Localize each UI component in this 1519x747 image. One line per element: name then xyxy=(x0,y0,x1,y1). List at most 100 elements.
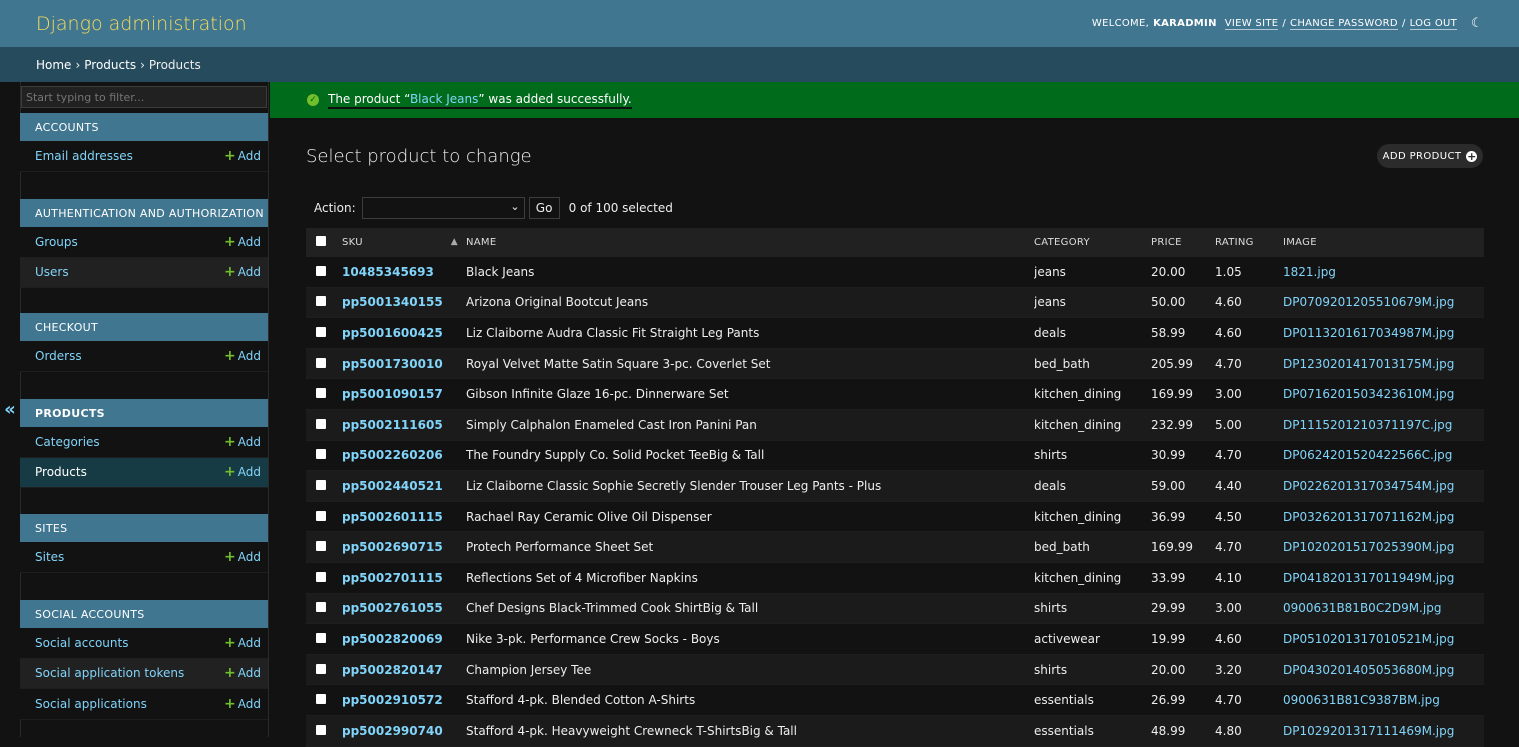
sku-link[interactable]: pp5002690715 xyxy=(342,540,443,554)
sidebar-item-label[interactable]: Social applications xyxy=(35,697,147,711)
add-group-link[interactable]: + Add xyxy=(224,234,261,250)
sku-link[interactable]: pp5002820069 xyxy=(342,632,443,646)
row-checkbox[interactable] xyxy=(316,510,326,521)
sort-up-icon[interactable]: ▲ xyxy=(451,237,458,247)
row-checkbox[interactable] xyxy=(316,296,326,307)
sidebar-item-social-accounts[interactable]: Social accounts + Add xyxy=(20,628,268,659)
column-header-sku[interactable]: SKU ▲ xyxy=(342,228,466,257)
row-checkbox[interactable] xyxy=(316,388,326,399)
image-link[interactable]: 0900631B81B0C2D9M.jpg xyxy=(1283,601,1441,615)
sidebar-item-orderss[interactable]: Orderss + Add xyxy=(20,341,268,372)
add-category-link[interactable]: + Add xyxy=(224,434,261,450)
sidebar-item-label[interactable]: Social application tokens xyxy=(35,666,184,680)
breadcrumb-home[interactable]: Home xyxy=(36,58,71,72)
module-caption-sites[interactable]: SITES xyxy=(20,514,268,542)
image-link[interactable]: DP0226201317034754M.jpg xyxy=(1283,479,1454,493)
row-checkbox[interactable] xyxy=(316,479,326,490)
sidebar-item-label[interactable]: Email addresses xyxy=(35,149,133,163)
sku-link[interactable]: pp5002601115 xyxy=(342,510,443,524)
row-checkbox[interactable] xyxy=(316,724,326,735)
sidebar-item-email-addresses[interactable]: Email addresses + Add xyxy=(20,141,268,172)
add-email-address-link[interactable]: + Add xyxy=(224,148,261,164)
image-link[interactable]: 0900631B81C9387BM.jpg xyxy=(1283,693,1440,707)
sidebar-item-users[interactable]: Users + Add xyxy=(20,257,268,288)
sku-link[interactable]: pp5002260206 xyxy=(342,448,443,462)
sku-link[interactable]: pp5002701115 xyxy=(342,571,443,585)
sidebar-item-label[interactable]: Social accounts xyxy=(35,636,128,650)
image-link[interactable]: DP1020201517025390M.jpg xyxy=(1283,540,1454,554)
sku-link[interactable]: pp5002761055 xyxy=(342,601,443,615)
image-link[interactable]: DP0430201405053680M.jpg xyxy=(1283,663,1454,677)
add-product-link[interactable]: + Add xyxy=(224,464,261,480)
sidebar-item-social-application-tokens[interactable]: Social application tokens + Add xyxy=(20,658,268,689)
row-checkbox[interactable] xyxy=(316,265,326,276)
image-link[interactable]: DP0709201205510679M.jpg xyxy=(1283,295,1454,309)
image-link[interactable]: DP0716201503423610M.jpg xyxy=(1283,387,1454,401)
row-checkbox[interactable] xyxy=(316,357,326,368)
row-checkbox[interactable] xyxy=(316,571,326,582)
sidebar-item-label[interactable]: Products xyxy=(35,465,87,479)
row-checkbox[interactable] xyxy=(316,694,326,705)
row-checkbox[interactable] xyxy=(316,326,326,337)
sidebar-item-social-applications[interactable]: Social applications + Add xyxy=(20,689,268,720)
module-caption-products[interactable]: PRODUCTS xyxy=(20,399,268,427)
add-user-link[interactable]: + Add xyxy=(224,264,261,280)
row-checkbox[interactable] xyxy=(316,632,326,643)
image-link[interactable]: DP0510201317010521M.jpg xyxy=(1283,632,1454,646)
log-out-link[interactable]: LOG OUT xyxy=(1409,18,1458,30)
module-caption-auth[interactable]: AUTHENTICATION AND AUTHORIZATION xyxy=(20,199,268,227)
column-header-name[interactable]: NAME xyxy=(466,228,1034,257)
row-checkbox[interactable] xyxy=(316,602,326,613)
add-order-link[interactable]: + Add xyxy=(224,348,261,364)
sku-link[interactable]: pp5002990740 xyxy=(342,724,443,738)
site-branding[interactable]: Django administration xyxy=(36,13,247,35)
nav-filter-input[interactable] xyxy=(21,86,267,108)
image-link[interactable]: DP1115201210371197C.jpg xyxy=(1283,418,1452,432)
add-site-link[interactable]: + Add xyxy=(224,549,261,565)
image-link[interactable]: DP0418201317011949M.jpg xyxy=(1283,571,1454,585)
sidebar-item-label[interactable]: Users xyxy=(35,265,69,279)
column-header-image[interactable]: IMAGE xyxy=(1283,228,1484,257)
image-link[interactable]: DP1230201417013175M.jpg xyxy=(1283,357,1454,371)
add-social-account-link[interactable]: + Add xyxy=(224,635,261,651)
change-password-link[interactable]: CHANGE PASSWORD xyxy=(1290,18,1398,30)
view-site-link[interactable]: VIEW SITE xyxy=(1224,18,1279,30)
sku-link[interactable]: pp5002440521 xyxy=(342,479,443,493)
sidebar-item-label[interactable]: Orderss xyxy=(35,349,82,363)
select-all-checkbox[interactable] xyxy=(316,236,326,246)
sidebar-item-categories[interactable]: Categories + Add xyxy=(20,427,268,458)
sku-link[interactable]: pp5001600425 xyxy=(342,326,443,340)
sidebar-toggle-button[interactable]: « xyxy=(0,82,21,737)
row-checkbox[interactable] xyxy=(316,663,326,674)
column-header-price[interactable]: PRICE xyxy=(1151,228,1215,257)
action-select[interactable]: ⌄ xyxy=(361,197,525,219)
sku-link[interactable]: pp5002820147 xyxy=(342,663,443,677)
module-caption-social-accounts[interactable]: SOCIAL ACCOUNTS xyxy=(20,600,268,628)
row-checkbox[interactable] xyxy=(316,449,326,460)
theme-toggle-moon-icon[interactable]: ☾ xyxy=(1471,16,1483,31)
sidebar-item-label[interactable]: Groups xyxy=(35,235,78,249)
module-caption-checkout[interactable]: CHECKOUT xyxy=(20,313,268,341)
add-product-button[interactable]: ADD PRODUCT + xyxy=(1377,144,1483,168)
add-social-token-link[interactable]: + Add xyxy=(224,665,261,681)
image-link[interactable]: 1821.jpg xyxy=(1283,265,1336,279)
image-link[interactable]: DP1029201317111469M.jpg xyxy=(1283,724,1454,738)
add-social-application-link[interactable]: + Add xyxy=(224,696,261,712)
message-product-link[interactable]: Black Jeans xyxy=(410,92,478,106)
column-header-rating[interactable]: RATING xyxy=(1215,228,1283,257)
row-checkbox[interactable] xyxy=(316,541,326,552)
module-caption-accounts[interactable]: ACCOUNTS xyxy=(20,113,268,141)
breadcrumb-app-products[interactable]: Products xyxy=(84,58,136,72)
image-link[interactable]: DP0624201520422566C.jpg xyxy=(1283,448,1452,462)
sidebar-item-groups[interactable]: Groups + Add xyxy=(20,227,268,258)
image-link[interactable]: DP0113201617034987M.jpg xyxy=(1283,326,1454,340)
image-link[interactable]: DP0326201317071162M.jpg xyxy=(1283,510,1454,524)
sku-link[interactable]: pp5001730010 xyxy=(342,357,443,371)
sku-link[interactable]: pp5002111605 xyxy=(342,418,443,432)
sidebar-item-label[interactable]: Sites xyxy=(35,550,64,564)
column-header-category[interactable]: CATEGORY xyxy=(1034,228,1151,257)
row-checkbox[interactable] xyxy=(316,418,326,429)
sidebar-item-label[interactable]: Categories xyxy=(35,435,100,449)
go-button[interactable]: Go xyxy=(528,197,560,219)
sku-link[interactable]: pp5001340155 xyxy=(342,295,443,309)
